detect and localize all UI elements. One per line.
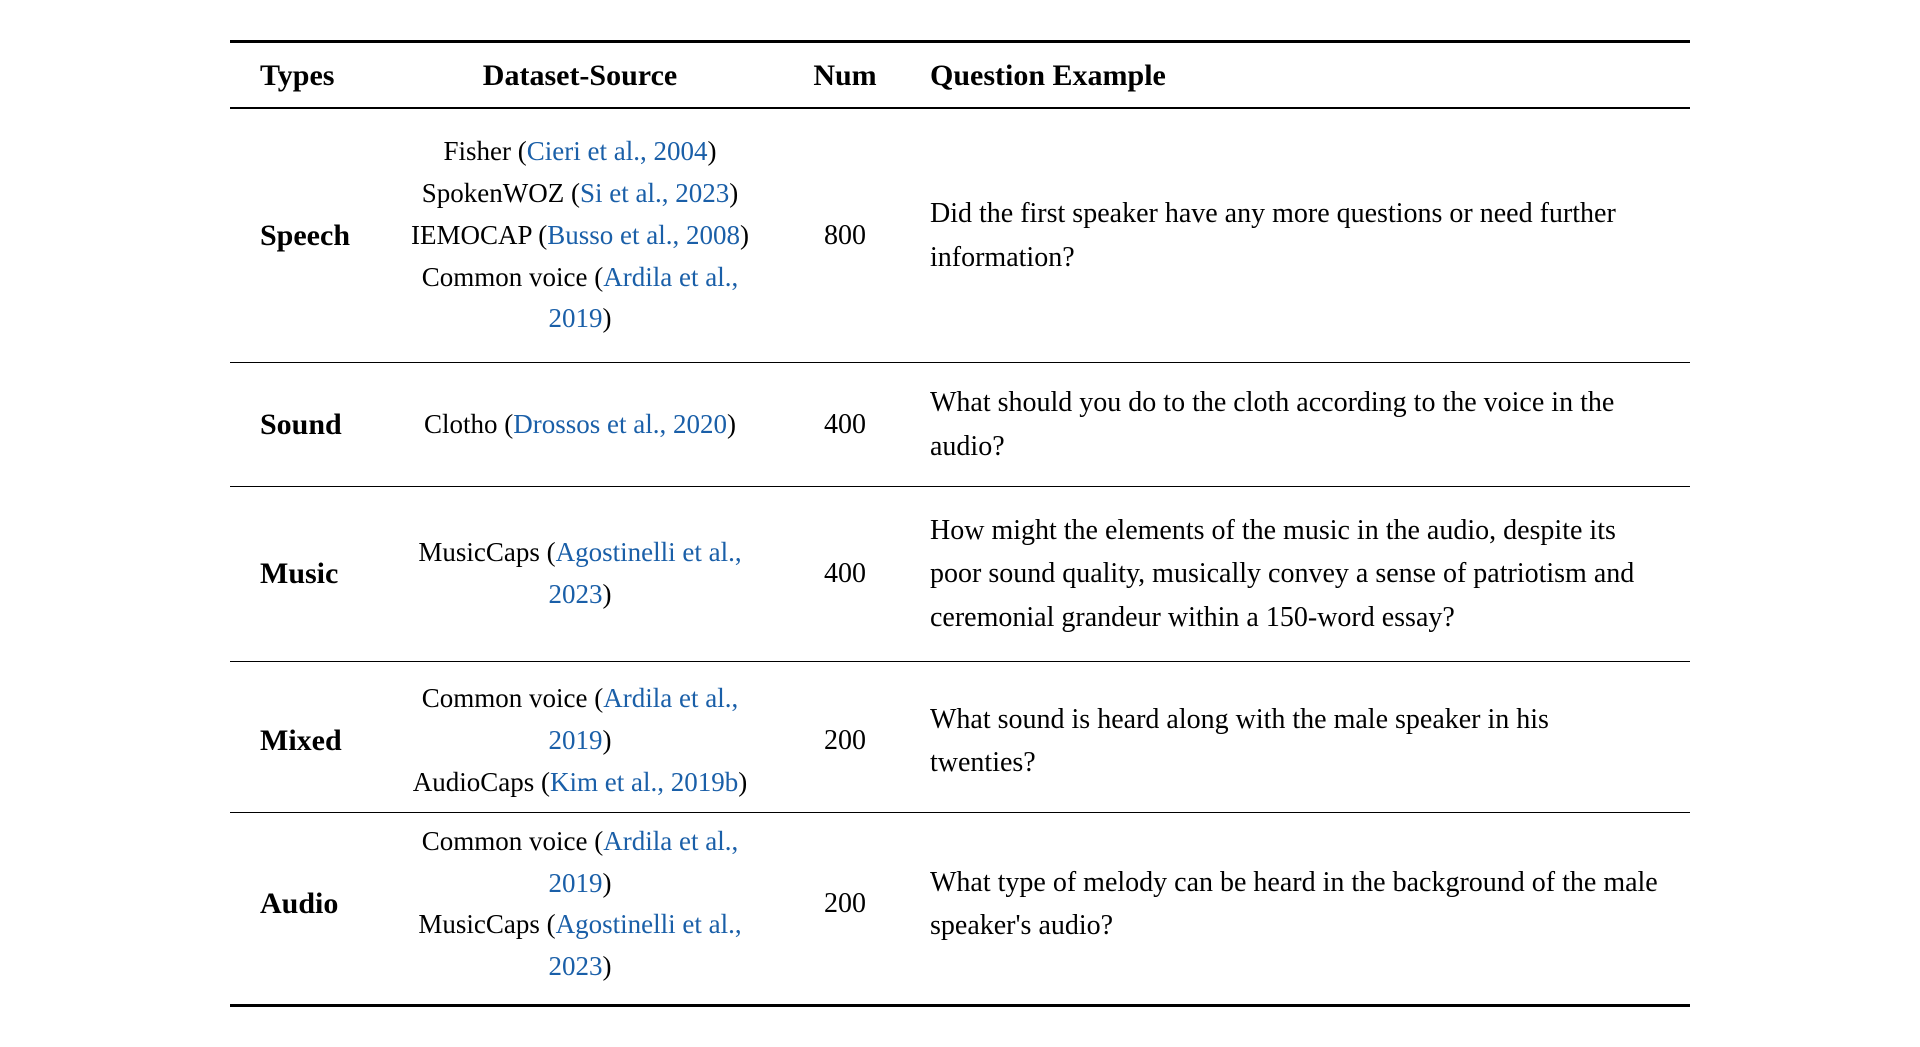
col-header-question: Question Example — [900, 42, 1690, 109]
num-cell: 400 — [790, 363, 900, 487]
source-cell: Clotho (Drossos et al., 2020) — [370, 363, 790, 487]
type-cell: Music — [230, 487, 370, 662]
question-cell: What sound is heard along with the male … — [900, 662, 1690, 813]
citation: Ardila et al., 2019 — [549, 683, 739, 755]
citation: Agostinelli et al., 2023 — [549, 537, 742, 609]
table-row: Sound Clotho (Drossos et al., 2020) 400 … — [230, 363, 1690, 487]
question-cell: How might the elements of the music in t… — [900, 487, 1690, 662]
citation: Drossos et al., 2020 — [513, 409, 727, 439]
table-row: Music MusicCaps (Agostinelli et al., 202… — [230, 487, 1690, 662]
col-header-types: Types — [230, 42, 370, 109]
citation: Ardila et al., 2019 — [549, 826, 739, 898]
table-row: Mixed Common voice (Ardila et al., 2019)… — [230, 662, 1690, 813]
citation: Agostinelli et al., 2023 — [549, 909, 742, 981]
num-cell: 200 — [790, 812, 900, 1005]
type-cell: Sound — [230, 363, 370, 487]
source-cell: Common voice (Ardila et al., 2019) Audio… — [370, 662, 790, 813]
source-cell: Common voice (Ardila et al., 2019) Music… — [370, 812, 790, 1005]
citation: Ardila et al., 2019 — [549, 262, 739, 334]
table-row: Speech Fisher (Cieri et al., 2004) Spoke… — [230, 108, 1690, 363]
citation: Si et al., 2023 — [580, 178, 729, 208]
type-cell: Audio — [230, 812, 370, 1005]
col-header-dataset: Dataset-Source — [370, 42, 790, 109]
question-cell: Did the first speaker have any more ques… — [900, 108, 1690, 363]
table-row: Audio Common voice (Ardila et al., 2019)… — [230, 812, 1690, 1005]
citation: Busso et al., 2008 — [547, 220, 740, 250]
source-cell: Fisher (Cieri et al., 2004) SpokenWOZ (S… — [370, 108, 790, 363]
type-cell: Speech — [230, 108, 370, 363]
num-cell: 400 — [790, 487, 900, 662]
num-cell: 200 — [790, 662, 900, 813]
citation: Kim et al., 2019b — [550, 767, 738, 797]
col-header-num: Num — [790, 42, 900, 109]
type-cell: Mixed — [230, 662, 370, 813]
source-cell: MusicCaps (Agostinelli et al., 2023) — [370, 487, 790, 662]
num-cell: 800 — [790, 108, 900, 363]
main-container: Types Dataset-Source Num Question Exampl… — [230, 40, 1690, 1007]
data-table: Types Dataset-Source Num Question Exampl… — [230, 40, 1690, 1007]
question-cell: What type of melody can be heard in the … — [900, 812, 1690, 1005]
citation: Cieri et al., 2004 — [527, 136, 708, 166]
question-cell: What should you do to the cloth accordin… — [900, 363, 1690, 487]
